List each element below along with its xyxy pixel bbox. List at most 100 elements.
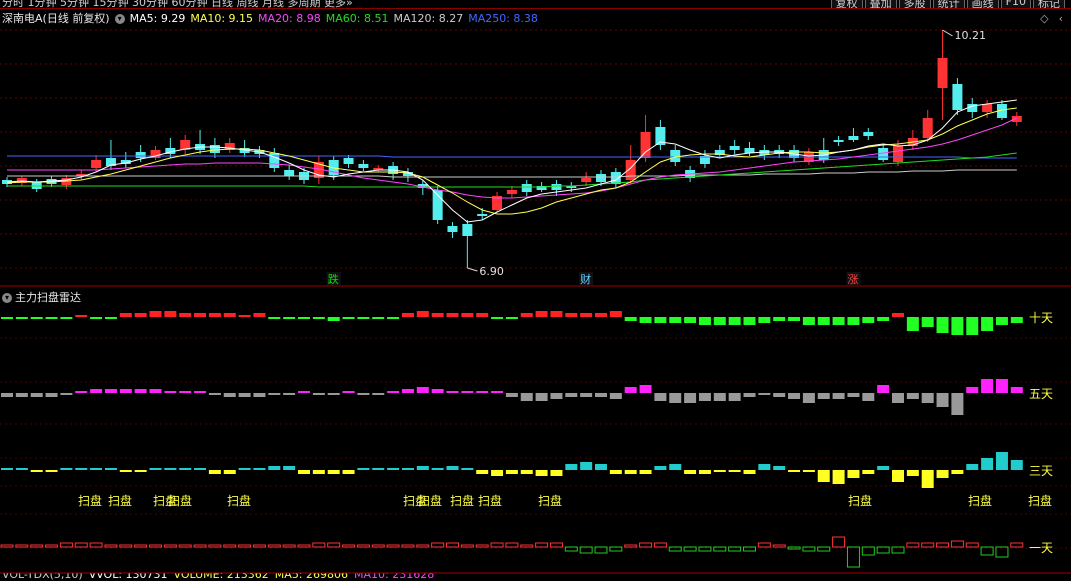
indicator-bar-0 [698,317,711,325]
scan-label: 扫盘 [418,493,442,508]
indicator-bar-3 [787,546,801,550]
indicator-bar-3 [297,544,311,548]
candle [625,160,636,180]
candle [952,84,963,110]
candle [447,226,458,232]
indicator-bar-3 [624,544,638,548]
candle [581,178,592,182]
indicator-bar-0 [550,311,563,317]
indicator-bar-0 [164,311,177,317]
indicator-bar-2 [758,464,771,470]
candle [922,118,933,138]
indicator-bar-2 [698,470,711,474]
indicator-bar-0 [684,317,697,323]
indicator-bar-0 [639,317,652,323]
indicator-bar-0 [505,317,518,319]
indicator-bar-2 [921,470,934,488]
marker-0: 跌 [328,272,339,286]
scan-label: 扫盘 [108,493,132,508]
indicator-bar-2 [936,470,949,478]
indicator-bar-0 [298,317,310,319]
indicator-bar-3 [89,542,103,548]
indicator-bar-1 [654,393,667,401]
candle [521,184,532,192]
candle [596,174,606,182]
indicator-bar-3 [965,542,979,548]
candle [209,145,220,153]
indicator-bar-3 [446,542,459,548]
indicator-bar-2 [149,468,162,470]
indicator-bar-3 [327,542,341,548]
candle [284,170,295,176]
indicator-bar-3 [460,544,474,548]
indicator-bar-1 [951,393,964,415]
indicator-bar-0 [104,317,117,319]
indicator-bar-3 [45,544,59,548]
indicator-bar-0 [238,315,251,317]
indicator-bar-2 [817,470,830,482]
indicator-bar-1 [966,387,979,393]
indicator-bar-3 [223,544,237,548]
indicator-bar-1 [595,393,607,397]
indicator-bar-0 [15,317,28,319]
indicator-bar-0 [773,317,786,321]
indicator-bar-1 [446,391,459,393]
indicator-bar-1 [550,393,563,399]
indicator-bar-0 [535,311,548,317]
indicator-bar-0 [268,317,281,319]
indicator-bar-1 [387,391,400,393]
indicator-bar-2 [119,470,132,472]
indicator-bar-0 [728,317,741,325]
row-label-2: 三天 [1029,464,1053,478]
indicator-bar-1 [684,393,697,403]
indicator-bar-2 [639,470,652,474]
indicator-bar-1 [906,393,919,399]
scan-label: 扫盘 [968,493,992,508]
indicator-bar-2 [30,470,43,472]
indicator-bar-2 [104,468,117,470]
indicator-bar-2 [595,464,607,470]
indicator-bar-1 [401,389,414,393]
indicator-bar-1 [565,393,578,397]
indicator-bar-3 [431,542,445,548]
indicator-bar-3 [891,546,905,554]
indicator-bar-0 [476,313,489,317]
scan-label: 扫盘 [478,493,502,508]
indicator-bar-2 [520,470,533,474]
indicator-bar-1 [312,393,325,395]
indicator-bar-2 [491,470,504,476]
indicator-bar-0 [283,317,296,319]
indicator-bar-1 [327,393,340,395]
indicator-bar-0 [119,313,132,317]
indicator-bar-2 [535,470,548,476]
row-label-0: 十天 [1029,311,1053,325]
indicator-bar-0 [862,317,875,323]
scan-label: 扫盘 [168,493,192,508]
indicator-bar-2 [342,470,355,474]
candle [833,140,844,142]
indicator-bar-2 [580,462,593,470]
indicator-bar-1 [639,385,652,393]
indicator-bar-3 [1010,542,1024,548]
row-label-3: 一天 [1029,541,1053,555]
indicator-bar-3 [653,542,667,548]
indicator-bar-1 [253,393,266,397]
indicator-bar-3 [639,542,653,548]
indicator-bar-3 [0,544,14,548]
indicator-bar-1 [119,389,132,393]
indicator-bar-0 [446,313,459,317]
scan-label: 扫盘 [538,493,562,508]
indicator-bar-3 [104,544,118,548]
indicator-bar-2 [416,466,429,470]
indicator-bar-3 [119,544,133,548]
indicator-bar-1 [817,393,830,399]
indicator-bar-2 [387,468,400,470]
indicator-bar-1 [921,393,934,403]
indicator-bar-1 [609,393,622,399]
candle [1011,116,1022,122]
kline-chart[interactable]: 10.216.90跌财涨十天五天三天一天扫盘 扫盘 扫盘扫盘 扫盘 扫盘扫盘 扫盘 扫盘 扫盘… [0,0,1071,581]
indicator-bar-3 [356,544,370,548]
indicator-bar-2 [45,470,58,472]
indicator-bar-3 [163,544,177,548]
indicator-bar-3 [861,546,875,556]
